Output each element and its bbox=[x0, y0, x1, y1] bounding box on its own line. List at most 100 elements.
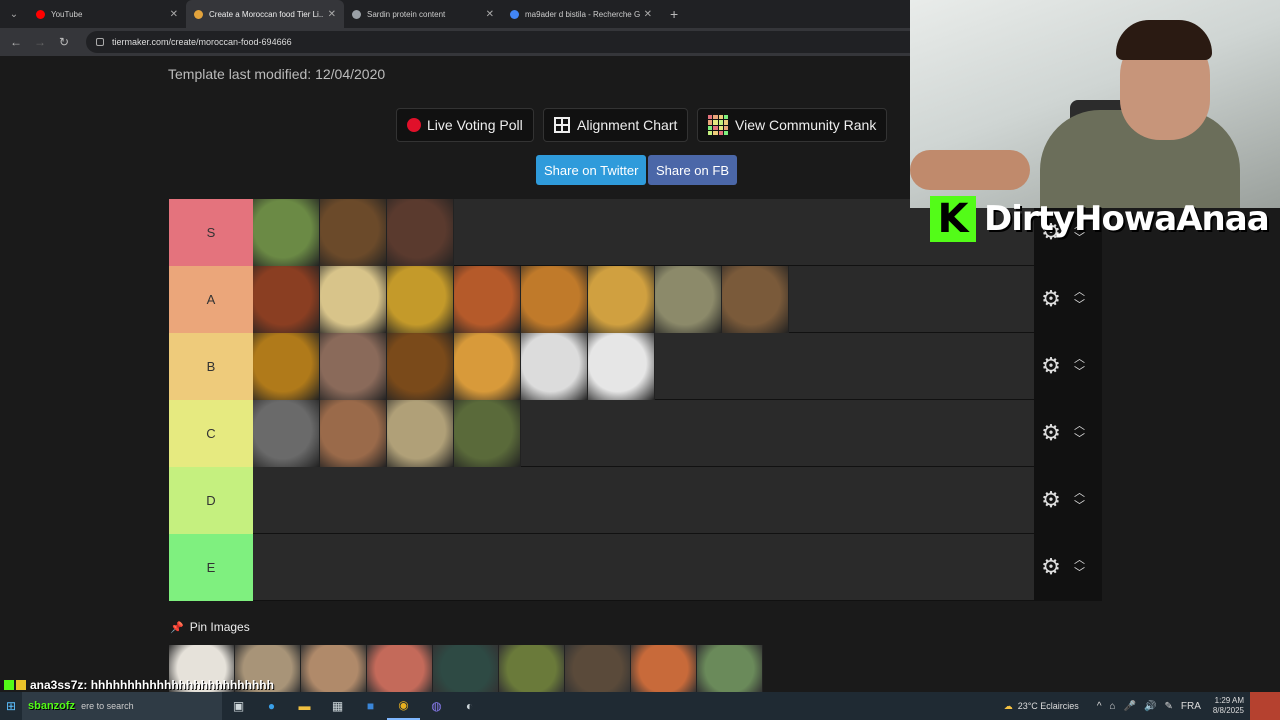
volume-icon[interactable]: 🔊 bbox=[1144, 701, 1156, 712]
food-image[interactable] bbox=[454, 400, 521, 467]
windows-start-icon[interactable]: ⊞ bbox=[0, 699, 22, 713]
food-image[interactable] bbox=[253, 266, 320, 333]
gear-icon[interactable]: ⚙ bbox=[1038, 554, 1064, 580]
food-image[interactable] bbox=[253, 400, 320, 467]
file-explorer-icon[interactable]: ▬ bbox=[288, 692, 321, 720]
browser-tab[interactable]: Sardin protein content ✕ bbox=[344, 0, 502, 28]
tier-items-dropzone[interactable] bbox=[253, 400, 1034, 467]
food-image[interactable] bbox=[454, 333, 521, 400]
tier-label[interactable]: D bbox=[169, 467, 253, 534]
close-tab-icon[interactable]: ✕ bbox=[328, 9, 336, 20]
browser-tab[interactable]: YouTube ✕ bbox=[28, 0, 186, 28]
clock[interactable]: 1:29 AM 8/8/2025 bbox=[1213, 696, 1244, 716]
network-icon[interactable]: ⌂ bbox=[1110, 701, 1116, 712]
edge-icon[interactable]: ● bbox=[255, 692, 288, 720]
chevron-up-icon[interactable]: ︿ bbox=[1074, 353, 1085, 366]
tier-label[interactable]: B bbox=[169, 333, 253, 400]
chevron-up-icon[interactable]: ︿ bbox=[1074, 487, 1085, 500]
tier-items-dropzone[interactable] bbox=[253, 199, 1034, 266]
discord-icon[interactable]: ◍ bbox=[420, 692, 453, 720]
pool-food-image[interactable] bbox=[301, 645, 367, 692]
chevron-up-icon[interactable]: ︿ bbox=[1074, 420, 1085, 433]
gear-icon[interactable]: ⚙ bbox=[1038, 420, 1064, 446]
weather-widget[interactable]: ☁ 23°C Eclaircies bbox=[1004, 701, 1079, 712]
chevron-down-icon[interactable]: ﹀ bbox=[1074, 433, 1085, 446]
food-image[interactable] bbox=[588, 266, 655, 333]
live-voting-label: Live Voting Poll bbox=[427, 117, 523, 133]
gear-icon[interactable]: ⚙ bbox=[1038, 353, 1064, 379]
chevron-down-icon[interactable]: ﹀ bbox=[1074, 500, 1085, 513]
gear-icon[interactable]: ⚙ bbox=[1038, 487, 1064, 513]
site-info-icon[interactable] bbox=[96, 38, 104, 46]
tier-label[interactable]: A bbox=[169, 266, 253, 333]
chevron-up-icon[interactable]: ︿ bbox=[1074, 554, 1085, 567]
tier-items-dropzone[interactable] bbox=[253, 534, 1034, 600]
live-voting-poll-button[interactable]: Live Voting Poll bbox=[396, 108, 534, 142]
alignment-chart-button[interactable]: Alignment Chart bbox=[543, 108, 689, 142]
url-text: tiermaker.com/create/moroccan-food-69466… bbox=[112, 37, 292, 47]
food-image[interactable] bbox=[521, 333, 588, 400]
food-image[interactable] bbox=[387, 400, 454, 467]
share-fb-button[interactable]: Share on FB bbox=[648, 155, 737, 185]
gear-icon[interactable]: ⚙ bbox=[1038, 286, 1064, 312]
food-image[interactable] bbox=[521, 266, 588, 333]
task-view-icon[interactable]: ▣ bbox=[222, 692, 255, 720]
food-image[interactable] bbox=[655, 266, 722, 333]
food-image[interactable] bbox=[454, 266, 521, 333]
browser-tab[interactable]: ma9ader d bistila - Recherche G... ✕ bbox=[502, 0, 660, 28]
tier-label[interactable]: S bbox=[169, 199, 253, 266]
chrome-icon[interactable]: ◉ bbox=[387, 692, 420, 720]
pin-images-toggle[interactable]: 📌 Pin Images bbox=[170, 620, 250, 634]
reload-icon[interactable]: ↻ bbox=[52, 35, 76, 49]
pool-food-image[interactable] bbox=[367, 645, 433, 692]
record-dot-icon bbox=[407, 118, 421, 132]
food-image[interactable] bbox=[387, 199, 454, 266]
close-tab-icon[interactable]: ✕ bbox=[170, 9, 178, 20]
chevron-down-icon[interactable]: ﹀ bbox=[1074, 299, 1085, 312]
food-image[interactable] bbox=[387, 333, 454, 400]
food-image[interactable] bbox=[253, 199, 320, 266]
tier-label[interactable]: C bbox=[169, 400, 253, 467]
pool-food-image[interactable] bbox=[433, 645, 499, 692]
pen-icon[interactable]: ✎ bbox=[1164, 701, 1172, 712]
clock-time: 1:29 AM bbox=[1214, 696, 1244, 705]
food-image[interactable] bbox=[320, 266, 387, 333]
chevron-down-icon[interactable]: ﹀ bbox=[1074, 567, 1085, 580]
share-twitter-button[interactable]: Share on Twitter bbox=[536, 155, 647, 185]
microphone-icon[interactable]: 🎤 bbox=[1124, 701, 1136, 712]
pool-food-image[interactable] bbox=[565, 645, 631, 692]
tab-search-icon[interactable]: ⌄ bbox=[0, 0, 28, 28]
taskbar-search[interactable]: sbanzofz ere to search bbox=[22, 692, 222, 720]
food-image[interactable] bbox=[253, 333, 320, 400]
tier-items-dropzone[interactable] bbox=[253, 266, 1034, 333]
back-arrow-icon[interactable]: ← bbox=[4, 35, 28, 49]
store-icon[interactable]: ▦ bbox=[321, 692, 354, 720]
close-tab-icon[interactable]: ✕ bbox=[486, 9, 494, 20]
tier-items-dropzone[interactable] bbox=[253, 467, 1034, 533]
tier-items-dropzone[interactable] bbox=[253, 333, 1034, 400]
browser-tab[interactable]: Create a Moroccan food Tier Li... ✕ bbox=[186, 0, 344, 28]
view-community-rank-button[interactable]: View Community Rank bbox=[697, 108, 888, 142]
food-image[interactable] bbox=[320, 199, 387, 266]
chevron-down-icon[interactable]: ﹀ bbox=[1074, 366, 1085, 379]
pool-food-image[interactable] bbox=[697, 645, 763, 692]
forward-arrow-icon[interactable]: → bbox=[28, 35, 52, 49]
new-tab-button[interactable]: + bbox=[670, 6, 678, 22]
emote-avatar bbox=[1250, 692, 1280, 720]
food-image[interactable] bbox=[722, 266, 789, 333]
food-image[interactable] bbox=[387, 266, 454, 333]
pool-food-image[interactable] bbox=[631, 645, 697, 692]
obs-icon[interactable]: ◐ bbox=[453, 692, 486, 720]
url-field[interactable]: tiermaker.com/create/moroccan-food-69466… bbox=[86, 31, 986, 53]
food-image[interactable] bbox=[320, 333, 387, 400]
outlook-icon[interactable]: ■ bbox=[354, 692, 387, 720]
chevron-up-icon[interactable]: ^ bbox=[1097, 701, 1102, 712]
chevron-up-icon[interactable]: ︿ bbox=[1074, 286, 1085, 299]
tier-label[interactable]: E bbox=[169, 534, 253, 601]
pool-food-image[interactable] bbox=[499, 645, 565, 692]
sub-badge-icon bbox=[16, 680, 26, 690]
food-image[interactable] bbox=[320, 400, 387, 467]
language-indicator[interactable]: FRA bbox=[1181, 701, 1201, 712]
food-image[interactable] bbox=[588, 333, 655, 400]
close-tab-icon[interactable]: ✕ bbox=[644, 9, 652, 20]
